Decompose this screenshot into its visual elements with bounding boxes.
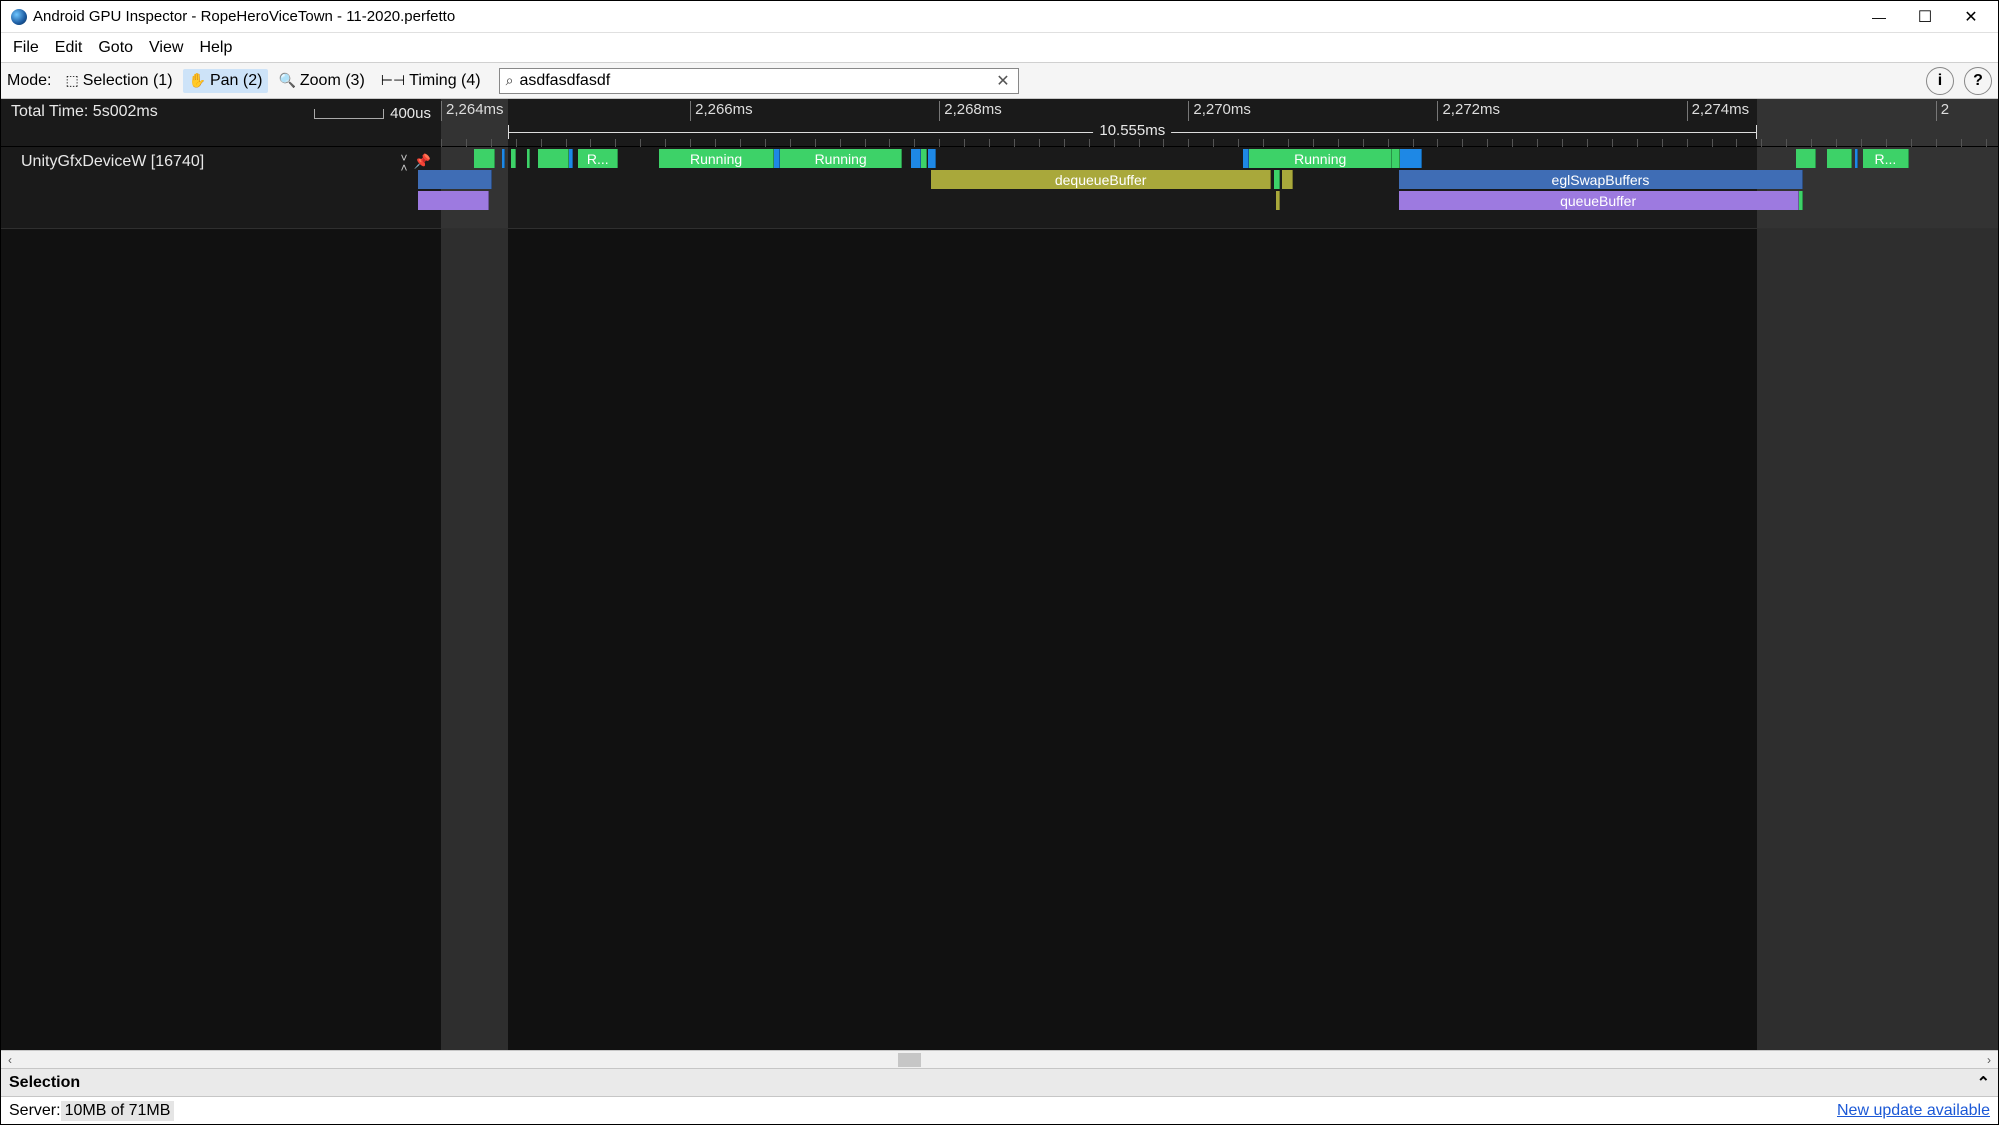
statusbar: Server: 10MB of 71MB New update availabl… — [1, 1096, 1998, 1124]
trace-segment[interactable] — [1796, 149, 1816, 168]
trace-segment[interactable] — [474, 149, 496, 168]
trace-segment[interactable] — [1276, 191, 1281, 210]
mode-timing-label: Timing (4) — [409, 72, 480, 90]
server-memory: 10MB of 71MB — [61, 1101, 175, 1121]
scale-indicator-value: 400us — [390, 105, 431, 122]
trace-segment[interactable] — [418, 170, 493, 189]
trace-segment[interactable] — [1282, 170, 1293, 189]
info-button[interactable]: i — [1926, 67, 1954, 95]
time-tick: 2,268ms — [939, 101, 1002, 121]
trace-segment[interactable] — [511, 149, 516, 168]
mode-selection-label: Selection (1) — [83, 72, 173, 90]
menu-file[interactable]: File — [5, 35, 47, 61]
search-icon: ⌕ — [500, 72, 520, 89]
selection-icon: ⬚ — [65, 72, 78, 89]
time-tick: 2,266ms — [690, 101, 753, 121]
time-tick: 2,272ms — [1437, 101, 1500, 121]
search-box[interactable]: ⌕ ✕ — [499, 68, 1019, 94]
trace-segment[interactable] — [502, 149, 505, 168]
trace-segment[interactable] — [569, 149, 574, 168]
collapse-icon[interactable]: ˅˄ — [401, 153, 408, 173]
trace-segment[interactable] — [1799, 191, 1804, 210]
window-title: Android GPU Inspector - RopeHeroViceTown… — [33, 8, 455, 25]
scroll-left-button[interactable]: ‹ — [1, 1053, 19, 1067]
toolbar: Mode: ⬚ Selection (1) ✋ Pan (2) 🔍 Zoom (… — [1, 63, 1998, 99]
track-row: UnityGfxDeviceW [16740] ˅˄ 📌 R... Running… — [1, 147, 1998, 229]
trace-segment[interactable]: Running — [1249, 149, 1392, 168]
menubar: File Edit Goto View Help — [1, 33, 1998, 63]
trace-segment[interactable] — [418, 191, 490, 210]
scroll-track[interactable] — [19, 1051, 1980, 1068]
trace-segment[interactable] — [527, 149, 530, 168]
scroll-right-button[interactable]: › — [1980, 1053, 1998, 1067]
server-label: Server: — [9, 1102, 61, 1120]
time-tick: 2,274ms — [1687, 101, 1750, 121]
range-label: 10.555ms — [1093, 122, 1171, 139]
total-time-label: Total Time: 5s002ms — [11, 103, 158, 121]
clear-search-button[interactable]: ✕ — [988, 71, 1017, 91]
mode-timing-button[interactable]: ⊢⊣ Timing (4) — [375, 69, 487, 93]
mode-pan-label: Pan (2) — [210, 72, 262, 90]
range-indicator: 10.555ms — [508, 125, 1757, 139]
mode-label: Mode: — [7, 72, 51, 90]
trace-segment[interactable] — [1274, 170, 1280, 189]
trace-segment[interactable] — [1400, 149, 1422, 168]
menu-view[interactable]: View — [141, 35, 191, 61]
trace-segment[interactable]: R... — [1863, 149, 1910, 168]
mode-zoom-label: Zoom (3) — [300, 72, 365, 90]
time-tick: 2,270ms — [1188, 101, 1251, 121]
search-input[interactable] — [519, 69, 988, 93]
scroll-thumb[interactable] — [898, 1053, 922, 1067]
time-tick: 2,264ms — [441, 101, 504, 121]
time-tick: 2 — [1936, 101, 1949, 121]
trace-segment[interactable]: Running — [659, 149, 774, 168]
app-icon — [11, 9, 27, 25]
menu-help[interactable]: Help — [191, 35, 240, 61]
timeline-empty-area[interactable] — [1, 229, 1998, 1050]
trace-segment[interactable]: queueBuffer — [1399, 191, 1799, 210]
track-lanes[interactable]: R... Running Running Running R... dequeueBuf… — [441, 147, 1998, 228]
timeline[interactable]: Total Time: 5s002ms 400us 10.555ms 2,264… — [1, 99, 1998, 1050]
scale-indicator: 400us — [314, 105, 431, 122]
track-label[interactable]: UnityGfxDeviceW [16740] — [21, 153, 204, 171]
trace-segment[interactable]: R... — [578, 149, 618, 168]
window-maximize-button[interactable] — [1902, 1, 1948, 33]
selection-panel-header[interactable]: Selection ⌃ — [1, 1068, 1998, 1096]
mode-zoom-button[interactable]: 🔍 Zoom (3) — [272, 69, 370, 93]
window-close-button[interactable] — [1948, 1, 1994, 33]
trace-segment[interactable]: eglSwapBuffers — [1399, 170, 1804, 189]
hand-icon: ✋ — [189, 72, 206, 89]
update-link[interactable]: New update available — [1837, 1102, 1990, 1120]
timing-icon: ⊢⊣ — [381, 72, 405, 89]
trace-segment[interactable] — [1827, 149, 1852, 168]
mode-selection-button[interactable]: ⬚ Selection (1) — [59, 69, 178, 93]
pin-icon[interactable]: 📌 — [414, 153, 431, 170]
trace-segment[interactable]: dequeueBuffer — [931, 170, 1270, 189]
time-ruler[interactable]: 10.555ms 2,264ms 2,266ms 2,268ms 2,270ms 2,2… — [441, 99, 1998, 146]
expand-icon[interactable]: ⌃ — [1977, 1073, 1990, 1093]
selection-label: Selection — [9, 1074, 80, 1092]
timeline-header: Total Time: 5s002ms 400us 10.555ms 2,264… — [1, 99, 1998, 147]
menu-goto[interactable]: Goto — [90, 35, 141, 61]
horizontal-scrollbar[interactable]: ‹ › — [1, 1050, 1998, 1068]
titlebar: Android GPU Inspector - RopeHeroViceTown… — [1, 1, 1998, 33]
trace-segment[interactable] — [1855, 149, 1858, 168]
trace-segment[interactable] — [911, 149, 920, 168]
trace-segment[interactable] — [1392, 149, 1400, 168]
menu-edit[interactable]: Edit — [47, 35, 91, 61]
zoom-icon: 🔍 — [278, 72, 295, 89]
window-minimize-button[interactable] — [1856, 1, 1902, 33]
trace-segment[interactable]: Running — [780, 149, 901, 168]
mode-pan-button[interactable]: ✋ Pan (2) — [183, 69, 269, 93]
trace-segment[interactable] — [921, 149, 927, 168]
help-button[interactable]: ? — [1964, 67, 1992, 95]
trace-segment[interactable] — [538, 149, 569, 168]
trace-segment[interactable] — [928, 149, 936, 168]
